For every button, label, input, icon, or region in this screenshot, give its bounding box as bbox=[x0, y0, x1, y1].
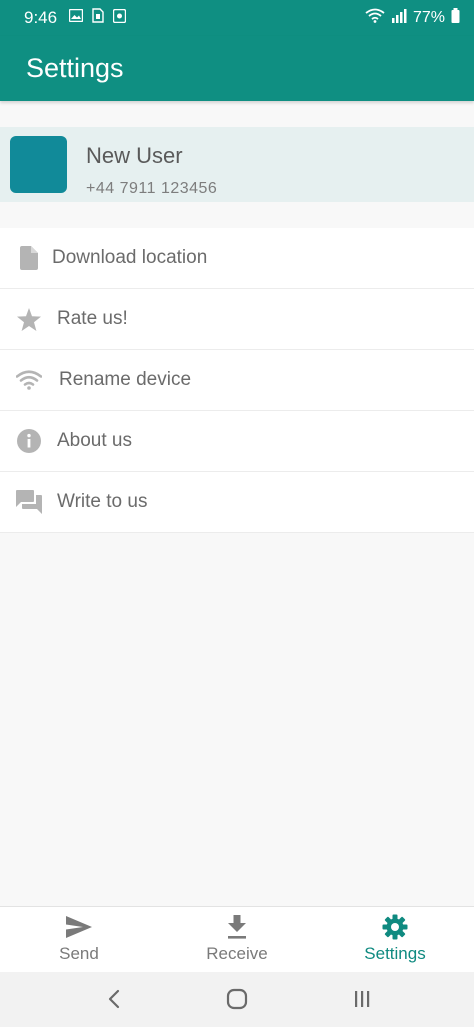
download-icon bbox=[224, 914, 250, 940]
tab-settings[interactable]: Settings bbox=[316, 907, 474, 973]
page-title: Settings bbox=[26, 53, 124, 83]
star-icon bbox=[16, 306, 42, 332]
battery-icon bbox=[451, 8, 460, 28]
gear-icon bbox=[382, 914, 408, 940]
battery-percent: 77% bbox=[412, 9, 445, 26]
status-notification-icons bbox=[68, 8, 127, 28]
status-system-icons: 77% bbox=[365, 8, 460, 28]
wifi-icon bbox=[365, 8, 385, 28]
menu-item-about-us[interactable]: About us bbox=[0, 410, 474, 471]
wifi-icon bbox=[16, 367, 42, 393]
image-icon bbox=[68, 8, 84, 27]
menu-item-label: Write to us bbox=[57, 491, 148, 512]
file-icon bbox=[16, 245, 42, 271]
recents-icon[interactable] bbox=[349, 986, 375, 1012]
tab-label: Settings bbox=[364, 944, 426, 963]
menu-item-label: Rename device bbox=[59, 369, 192, 390]
signal-icon bbox=[391, 8, 407, 28]
tab-label: Send bbox=[59, 944, 99, 963]
menu-item-label: About us bbox=[57, 430, 132, 451]
back-icon[interactable] bbox=[101, 986, 127, 1012]
tab-receive[interactable]: Receive bbox=[158, 907, 316, 973]
tab-label: Receive bbox=[206, 944, 268, 963]
system-nav-bar bbox=[0, 972, 474, 1027]
settings-menu: Download location Rate us! Rename device… bbox=[0, 228, 474, 533]
status-time: 9:46 bbox=[24, 8, 58, 27]
menu-item-download-location[interactable]: Download location bbox=[0, 228, 474, 288]
avatar[interactable] bbox=[10, 136, 67, 193]
menu-item-write-to-us[interactable]: Write to us bbox=[0, 471, 474, 532]
menu-item-rate-us[interactable]: Rate us! bbox=[0, 288, 474, 349]
status-bar: 9:46 77% bbox=[0, 0, 474, 36]
profile-card[interactable]: New User +44 7911 123456 bbox=[0, 127, 474, 202]
info-icon bbox=[16, 428, 42, 454]
menu-item-label: Rate us! bbox=[57, 308, 128, 329]
screen-record-icon bbox=[112, 8, 127, 28]
menu-item-label: Download location bbox=[52, 247, 208, 268]
profile-phone: +44 7911 123456 bbox=[86, 180, 218, 197]
chat-icon bbox=[16, 489, 42, 515]
bottom-nav: Send Receive Settings bbox=[0, 906, 474, 973]
home-icon[interactable] bbox=[224, 986, 250, 1012]
profile-name: New User bbox=[86, 143, 183, 168]
app-bar: Settings bbox=[0, 36, 474, 101]
sim-icon bbox=[92, 8, 104, 28]
tab-send[interactable]: Send bbox=[0, 907, 158, 973]
send-icon bbox=[66, 914, 92, 940]
menu-item-rename-device[interactable]: Rename device bbox=[0, 349, 474, 410]
